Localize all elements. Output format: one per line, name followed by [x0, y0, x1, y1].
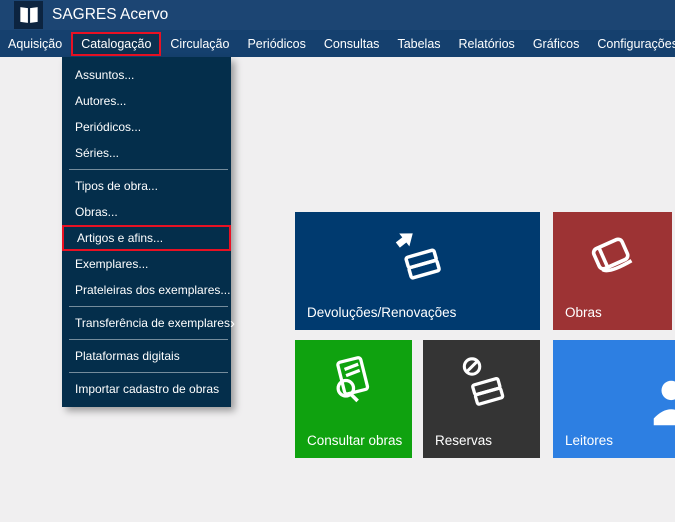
tile-label: Reservas — [435, 433, 492, 448]
menu-item-obras[interactable]: Obras... — [62, 199, 231, 225]
menu-separator — [69, 372, 228, 373]
menu-tabelas[interactable]: Tabelas — [388, 32, 449, 56]
menu-item-series[interactable]: Séries... — [62, 140, 231, 166]
menu-item-exemplares[interactable]: Exemplares... — [62, 251, 231, 277]
menu-graficos[interactable]: Gráficos — [524, 32, 589, 56]
menu-catalogacao[interactable]: Catalogação — [71, 32, 161, 56]
book-icon — [584, 228, 642, 286]
menu-item-assuntos[interactable]: Assuntos... — [62, 62, 231, 88]
tile-label: Devoluções/Renovações — [307, 305, 456, 320]
menu-configuracoes[interactable]: Configurações — [588, 32, 675, 56]
menu-relatorios[interactable]: Relatórios — [450, 32, 524, 56]
tile-devolucoes-renovacoes[interactable]: Devoluções/Renovações — [295, 212, 540, 330]
menu-item-artigos-e-afins[interactable]: Artigos e afins... — [62, 225, 231, 251]
people-icon — [646, 372, 675, 434]
tile-leitores[interactable]: Leitores — [553, 340, 675, 458]
menu-item-plataformas-digitais[interactable]: Plataformas digitais — [62, 343, 231, 369]
menu-circulacao[interactable]: Circulação — [161, 32, 238, 56]
tile-label: Obras — [565, 305, 602, 320]
menu-item-tipos-de-obra[interactable]: Tipos de obra... — [62, 173, 231, 199]
app-title: SAGRES Acervo — [52, 6, 168, 24]
submenu-chevron-icon: › — [230, 316, 235, 331]
menu-item-transferencia[interactable]: Transferência de exemplares › — [62, 310, 231, 336]
menu-item-periodicos[interactable]: Periódicos... — [62, 114, 231, 140]
menubar: Aquisição Catalogação Circulação Periódi… — [0, 30, 675, 57]
tile-label: Consultar obras — [307, 433, 402, 448]
menu-item-prateleiras[interactable]: Prateleiras dos exemplares... — [62, 277, 231, 303]
tile-label: Leitores — [565, 433, 613, 448]
book-stack-arrow-icon — [387, 224, 449, 286]
menu-item-importar-cadastro[interactable]: Importar cadastro de obras — [62, 376, 231, 402]
book-stack-blocked-icon — [453, 352, 511, 410]
menu-aquisicao[interactable]: Aquisição — [0, 32, 71, 56]
app-window: SAGRES Acervo Aquisição Catalogação Circ… — [0, 0, 675, 522]
book-magnifier-icon — [325, 352, 383, 410]
open-book-icon — [14, 1, 43, 29]
menu-periodicos[interactable]: Periódicos — [238, 32, 314, 56]
menu-separator — [69, 169, 228, 170]
tile-obras[interactable]: Obras — [553, 212, 672, 330]
tile-reservas[interactable]: Reservas — [423, 340, 540, 458]
tile-consultar-obras[interactable]: Consultar obras — [295, 340, 412, 458]
menu-item-autores[interactable]: Autores... — [62, 88, 231, 114]
menu-separator — [69, 339, 228, 340]
catalogacao-dropdown: Assuntos... Autores... Periódicos... Sér… — [62, 57, 231, 407]
titlebar: SAGRES Acervo — [0, 0, 675, 30]
menu-separator — [69, 306, 228, 307]
menu-consultas[interactable]: Consultas — [315, 32, 389, 56]
